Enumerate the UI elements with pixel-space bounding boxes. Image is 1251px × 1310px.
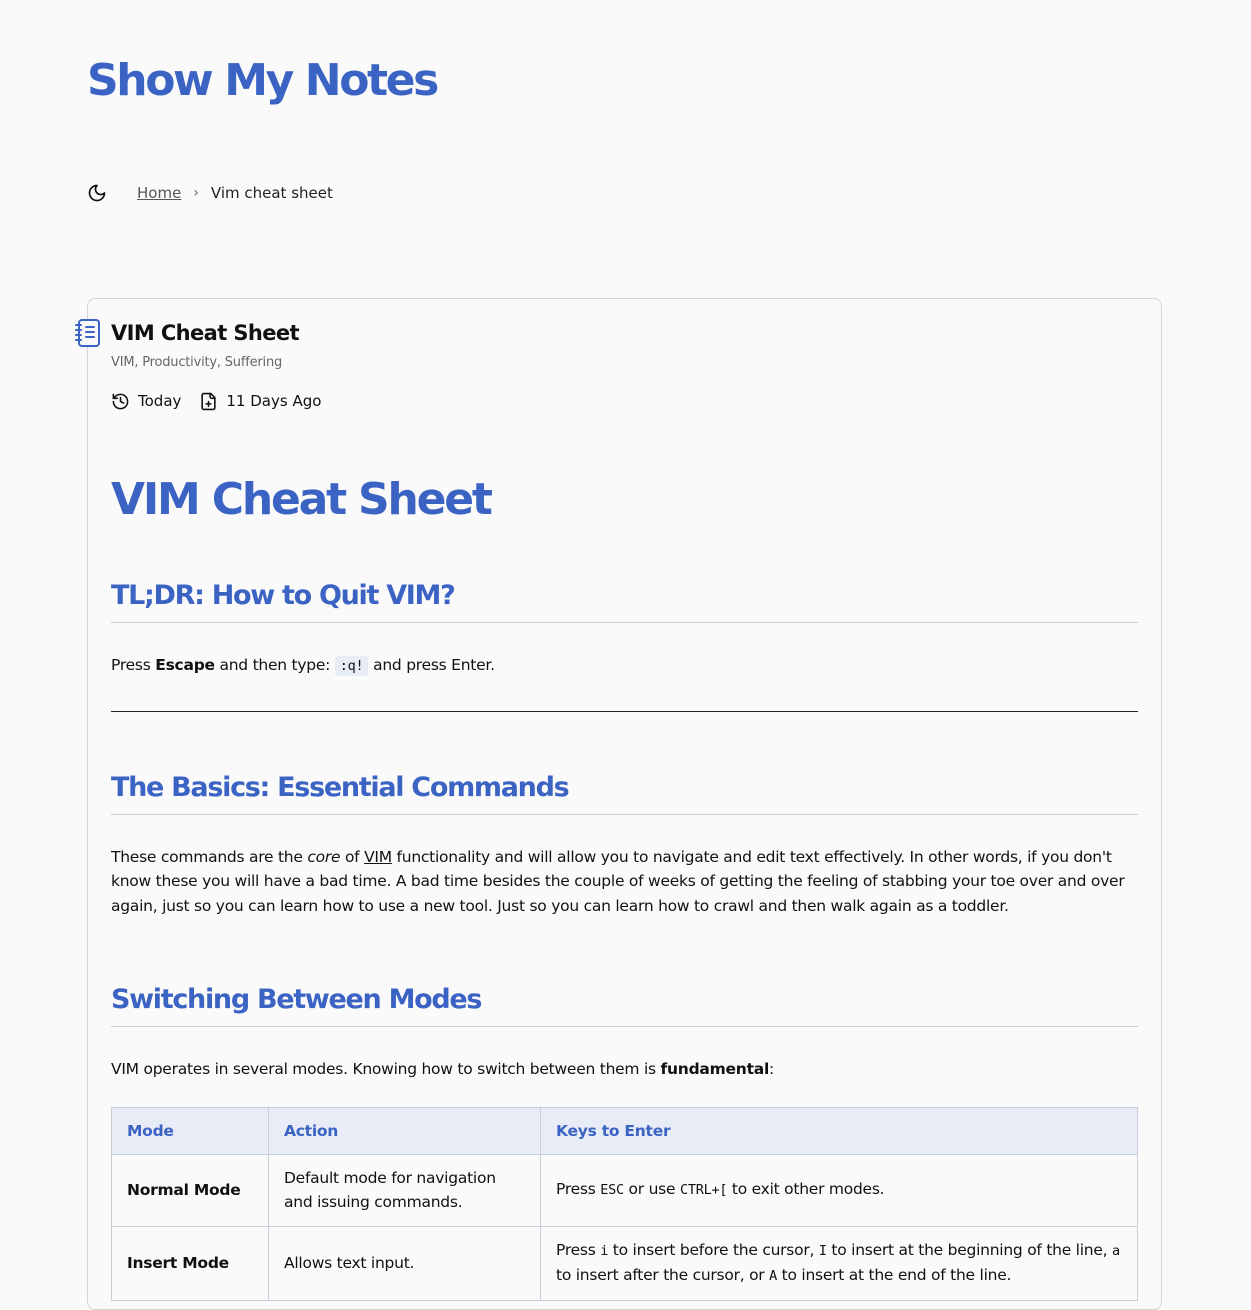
updated-date: Today [111, 392, 181, 411]
mode-cell: Insert Mode [111, 1225, 269, 1301]
text-run: or use [623, 1180, 680, 1199]
column-header-keys: Keys to Enter [540, 1106, 1138, 1155]
created-label: 11 Days Ago [226, 392, 322, 410]
key-code: ESC [600, 1182, 624, 1199]
text-run: and then type: [214, 656, 335, 674]
text-run: to insert at the beginning of the line, [826, 1240, 1113, 1259]
notebook-icon [75, 319, 100, 347]
key-code: I [818, 1242, 827, 1259]
divider [111, 710, 1138, 712]
text-run: and press Enter. [368, 656, 495, 674]
fundamental-bold: fundamental [660, 1060, 770, 1078]
text-run: of [340, 847, 365, 866]
chevron-right-icon: › [193, 185, 199, 201]
table-row: Normal Mode Default mode for navigation … [111, 1153, 1138, 1227]
basics-paragraph: These commands are the core of VIM funct… [111, 845, 1138, 919]
text-run: to insert before the cursor, [608, 1240, 819, 1259]
vim-link[interactable]: VIM [364, 848, 392, 866]
column-header-mode: Mode [111, 1106, 269, 1155]
table-row: Insert Mode Allows text input. Press i t… [111, 1225, 1138, 1301]
note-card: VIM Cheat Sheet VIM, Productivity, Suffe… [87, 298, 1162, 1310]
mode-name: Normal Mode [127, 1180, 241, 1199]
action-cell: Allows text input. [268, 1225, 541, 1301]
quit-command-code: :q! [334, 656, 369, 676]
key-code: CTRL+[ [679, 1182, 728, 1199]
note-title: VIM Cheat Sheet [111, 321, 300, 345]
modes-table: Mode Action Keys to Enter Normal Mode De… [111, 1106, 1138, 1301]
mode-name: Insert Mode [127, 1253, 229, 1272]
basics-heading: The Basics: Essential Commands [111, 770, 1138, 815]
text-run: Press [111, 656, 156, 674]
modes-heading: Switching Between Modes [111, 982, 1138, 1027]
file-plus-icon [201, 392, 217, 410]
text-run: to insert after the cursor, or [556, 1266, 770, 1284]
core-emphasis: core [307, 847, 341, 866]
text-run: to insert at the end of the line. [777, 1266, 1012, 1284]
key-code: i [600, 1242, 609, 1259]
text-run: Press [556, 1180, 601, 1199]
history-icon [112, 393, 129, 409]
tldr-heading: TL;DR: How to Quit VIM? [111, 578, 1138, 623]
table-header-row: Mode Action Keys to Enter [111, 1106, 1138, 1155]
mode-cell: Normal Mode [111, 1153, 269, 1227]
key-code: A [769, 1268, 777, 1284]
site-title[interactable]: Show My Notes [87, 52, 439, 110]
created-date: 11 Days Ago [199, 392, 321, 411]
tldr-paragraph: Press Escape and then type: :q! and pres… [111, 653, 1138, 679]
column-header-action: Action [268, 1106, 541, 1155]
note-body: VIM Cheat Sheet VIM, Productivity, Suffe… [111, 319, 1138, 1301]
keys-cell: Press ESC or use CTRL+[ to exit other mo… [540, 1153, 1138, 1227]
note-meta: Today 11 Days Ago [111, 390, 1138, 412]
key-code: a [1112, 1242, 1120, 1259]
text-run: to exit other modes. [727, 1180, 885, 1199]
action-cell: Default mode for navigation and issuing … [268, 1153, 541, 1227]
breadcrumb-current: Vim cheat sheet [210, 184, 333, 202]
text-run: These commands are the [111, 847, 308, 866]
content-heading: VIM Cheat Sheet [111, 474, 493, 525]
text-run: Press [556, 1240, 601, 1259]
breadcrumb: Home › Vim cheat sheet [87, 180, 333, 206]
text-run: VIM operates in several modes. Knowing h… [111, 1060, 661, 1078]
text-run: : [769, 1060, 774, 1078]
moon-icon[interactable] [87, 183, 107, 203]
modes-paragraph: VIM operates in several modes. Knowing h… [111, 1057, 1138, 1082]
updated-label: Today [138, 392, 182, 410]
breadcrumb-home-link[interactable]: Home [137, 184, 181, 202]
keys-cell: Press i to insert before the cursor, I t… [540, 1225, 1138, 1301]
note-tags: VIM, Productivity, Suffering [111, 355, 283, 370]
escape-bold: Escape [155, 656, 215, 674]
